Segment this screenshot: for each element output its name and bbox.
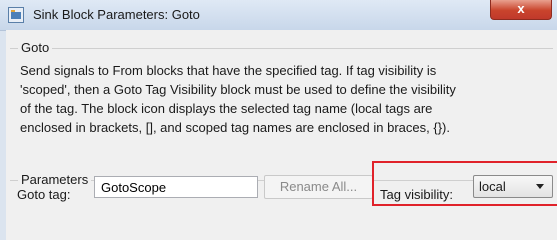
- block-description: Send signals to From blocks that have th…: [20, 63, 456, 135]
- close-icon: x: [517, 1, 525, 16]
- goto-group: Goto Send signals to From blocks that ha…: [10, 40, 553, 166]
- chevron-down-icon: [536, 184, 544, 189]
- goto-tag-input[interactable]: [94, 176, 258, 198]
- tag-visibility-value: local: [479, 179, 506, 194]
- dialog-body: Goto Send signals to From blocks that ha…: [6, 30, 557, 240]
- tag-visibility-dropdown[interactable]: local: [473, 175, 553, 198]
- goto-tag-label: Goto tag:: [17, 187, 71, 202]
- window-title: Sink Block Parameters: Goto: [33, 7, 200, 22]
- title-bar[interactable]: Sink Block Parameters: Goto x: [0, 0, 557, 31]
- rename-all-button[interactable]: Rename All...: [264, 175, 373, 199]
- close-button[interactable]: x: [490, 0, 552, 20]
- goto-group-label: Goto: [18, 40, 53, 55]
- parameters-group-label: Parameters: [18, 172, 92, 187]
- block-parameters-icon: [8, 7, 24, 23]
- tag-visibility-label: Tag visibility:: [380, 187, 453, 202]
